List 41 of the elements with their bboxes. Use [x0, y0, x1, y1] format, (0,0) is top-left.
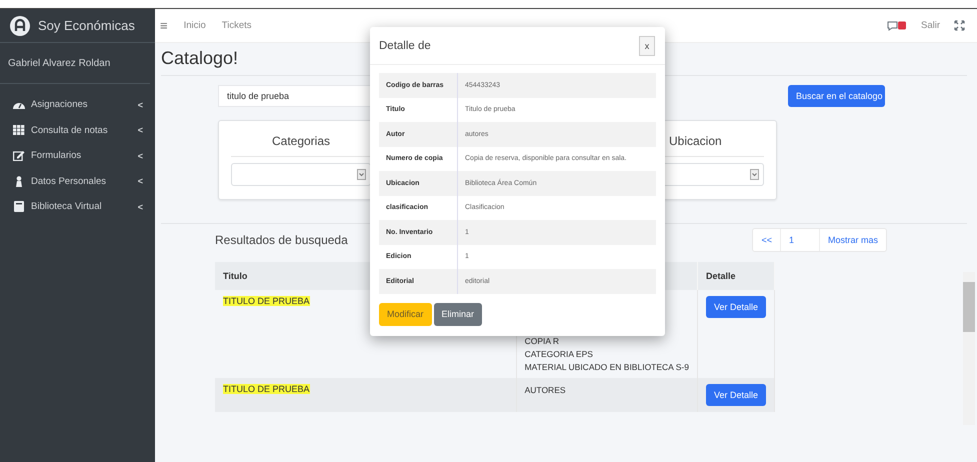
- sidebar-item[interactable]: Asignaciones <: [0, 92, 155, 118]
- detail-button[interactable]: Ver Detalle: [706, 384, 766, 406]
- caret-icon: [357, 169, 366, 180]
- pagination-link[interactable]: 1: [780, 229, 819, 251]
- table-cell: TITULO DE PRUEBA: [223, 296, 310, 306]
- results-title: Resultados de busqueda: [215, 233, 348, 247]
- sidebar-item[interactable]: Consulta de notas <: [0, 118, 155, 143]
- caret-icon: [750, 169, 759, 180]
- table-cell-text: CATEGORIA EPS: [524, 348, 594, 361]
- table-cell: TITULO DE PRUEBA: [223, 384, 310, 394]
- pagination-link[interactable]: <<: [753, 229, 780, 251]
- detail-button[interactable]: Ver Detalle: [706, 296, 766, 318]
- table-cell-text: AUTORES: [524, 384, 567, 397]
- nav-link[interactable]: Inicio: [184, 20, 206, 31]
- person-icon: [13, 176, 25, 187]
- logo-icon: [10, 16, 30, 36]
- column-header: Detalle: [697, 262, 774, 290]
- fullscreen-icon[interactable]: [954, 20, 965, 31]
- book-icon: [13, 201, 25, 212]
- user-name[interactable]: Gabriel Alvarez Roldan: [8, 58, 110, 68]
- modal-title: Detalle de: [379, 40, 431, 52]
- grid-icon: [13, 125, 25, 136]
- nav-link[interactable]: Tickets: [222, 20, 252, 31]
- sidebar-item[interactable]: Biblioteca Virtual <: [0, 194, 155, 220]
- chat-icon[interactable]: [886, 20, 907, 30]
- search-button[interactable]: Buscar en el catalogo: [788, 85, 885, 107]
- close-button[interactable]: x: [639, 36, 655, 56]
- logout-link[interactable]: Salir: [920, 20, 940, 31]
- menu-icon[interactable]: ≡: [160, 18, 168, 33]
- scrollbar[interactable]: [963, 272, 975, 425]
- table-cell-text: COPIA R: [524, 335, 560, 348]
- edit-button[interactable]: Modificar: [379, 302, 432, 326]
- table-cell: MATERIAL UBICADO EN BIBLIOTECA S-9: [524, 361, 689, 374]
- sidebar-item[interactable]: Datos Personales <: [0, 168, 155, 194]
- sidebar-item[interactable]: Formularios <: [0, 143, 155, 168]
- delete-button[interactable]: Eliminar: [434, 302, 482, 326]
- page-title: Catalogo!: [161, 47, 238, 70]
- pagination-link[interactable]: Mostrar mas: [818, 229, 886, 251]
- edit-icon: [13, 150, 25, 162]
- brand-name[interactable]: Soy Económicas: [38, 18, 135, 33]
- dropdown[interactable]: [231, 163, 371, 186]
